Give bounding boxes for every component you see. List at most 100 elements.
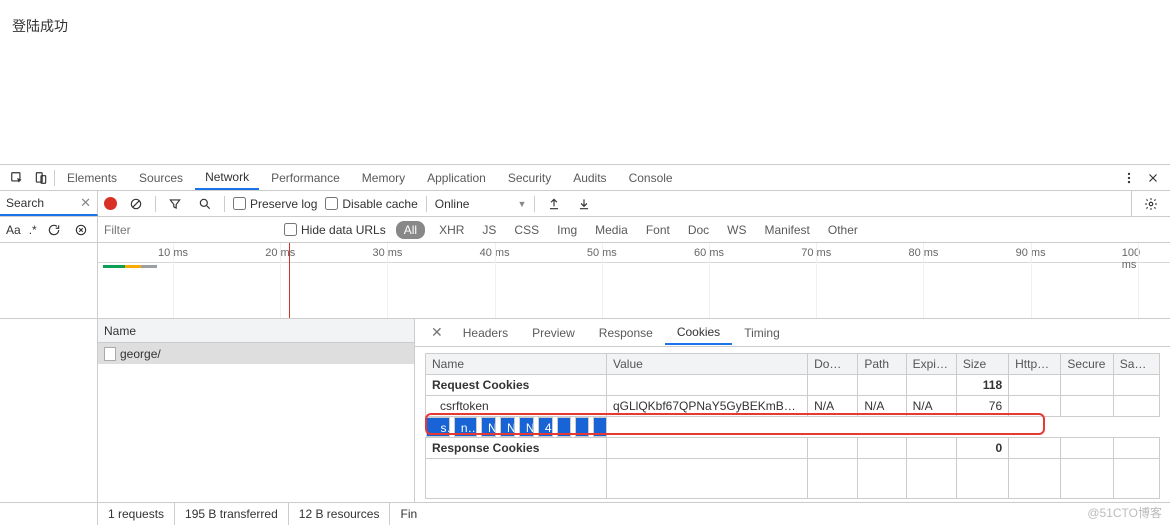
hide-data-urls-checkbox[interactable]: Hide data URLs [284, 223, 386, 237]
timeline-overview[interactable]: 10 ms20 ms30 ms40 ms50 ms60 ms70 ms80 ms… [0, 243, 1170, 319]
cookie-expires: N/A [906, 396, 956, 417]
disable-cache-checkbox[interactable]: Disable cache [325, 197, 417, 211]
tab-audits[interactable]: Audits [563, 167, 616, 189]
detail-tab-response[interactable]: Response [587, 322, 665, 344]
chevron-down-icon: ▼ [517, 199, 526, 209]
detail-tab-headers[interactable]: Headers [451, 322, 520, 344]
filter-icon[interactable] [164, 193, 186, 215]
col-expires[interactable]: Expi… [906, 354, 956, 375]
network-toolbar-main: Preserve log Disable cache Online▼ [98, 193, 1131, 215]
search-options: Aa .* [0, 217, 98, 242]
clear-search-icon[interactable] [72, 219, 91, 241]
cookie-name: sessionid [426, 417, 450, 437]
tab-memory[interactable]: Memory [352, 167, 415, 189]
col-size[interactable]: Size [956, 354, 1008, 375]
filter-type-media[interactable]: Media [591, 221, 632, 239]
tab-application[interactable]: Application [417, 167, 496, 189]
cookie-row[interactable]: csrftoken qGLlQKbf67QPNaY5GyBEKmBWVPD… N… [426, 396, 1160, 417]
detail-tab-timing[interactable]: Timing [732, 322, 792, 344]
watermark: @51CTO博客 [1087, 504, 1162, 521]
filter-type-manifest[interactable]: Manifest [761, 221, 814, 239]
request-list-header[interactable]: Name [98, 319, 414, 343]
throttling-select[interactable]: Online▼ [435, 197, 527, 211]
tab-sources[interactable]: Sources [129, 167, 193, 189]
tab-console[interactable]: Console [619, 167, 683, 189]
page-content: 登陆成功 [0, 0, 1170, 165]
detail-tab-cookies[interactable]: Cookies [665, 321, 732, 345]
response-total-size: 0 [956, 438, 1008, 459]
filter-type-doc[interactable]: Doc [684, 221, 713, 239]
status-resources: 12 B resources [289, 503, 391, 525]
detail-tab-preview[interactable]: Preview [520, 322, 587, 344]
timeline-request-bar[interactable] [103, 265, 157, 268]
request-name: george/ [120, 347, 161, 361]
name-column-header: Name [104, 324, 136, 338]
network-toolbar: Search ✕ Preserve log Disable cache Onli… [0, 191, 1170, 217]
timeline-main: 10 ms20 ms30 ms40 ms50 ms60 ms70 ms80 ms… [98, 243, 1170, 318]
more-icon[interactable] [1118, 167, 1140, 189]
request-cookies-section: Request Cookies 118 [426, 375, 1160, 396]
cookie-row-selected[interactable]: sessionid nzeageiuk6kky1p4ks2fdtd5ev5hal… [426, 417, 607, 437]
settings-cell [1131, 191, 1170, 216]
col-http[interactable]: Http… [1009, 354, 1061, 375]
col-name[interactable]: Name [426, 354, 607, 375]
network-body: Name george/ ✕ Headers Preview Response … [0, 319, 1170, 503]
filter-type-xhr[interactable]: XHR [435, 221, 468, 239]
filter-type-js[interactable]: JS [478, 221, 500, 239]
col-samesite[interactable]: Sam… [1113, 354, 1159, 375]
preserve-log-checkbox[interactable]: Preserve log [233, 197, 317, 211]
filter-type-all[interactable]: All [396, 221, 425, 239]
cookie-size: 76 [956, 396, 1008, 417]
upload-har-icon[interactable] [543, 193, 565, 215]
filter-type-font[interactable]: Font [642, 221, 674, 239]
section-label: Request Cookies [426, 375, 607, 396]
status-transferred: 195 B transferred [175, 503, 289, 525]
refresh-icon[interactable] [45, 219, 64, 241]
devtools-panel: Elements Sources Network Performance Mem… [0, 165, 1170, 525]
tab-network[interactable]: Network [195, 166, 259, 190]
cookie-value: qGLlQKbf67QPNaY5GyBEKmBWVPD… [606, 396, 807, 417]
preserve-log-label: Preserve log [250, 197, 317, 211]
cookie-value: nzeageiuk6kky1p4ks2fdtd5ev5haly2 [454, 417, 477, 437]
devtools-tab-bar: Elements Sources Network Performance Mem… [0, 165, 1170, 191]
gear-icon[interactable] [1140, 193, 1162, 215]
device-toggle-icon[interactable] [30, 167, 52, 189]
col-domain[interactable]: Dom… [808, 354, 858, 375]
col-secure[interactable]: Secure [1061, 354, 1113, 375]
regex-button[interactable]: .* [29, 223, 37, 237]
filter-type-ws[interactable]: WS [723, 221, 750, 239]
response-cookies-section: Response Cookies 0 [426, 438, 1160, 459]
filter-input[interactable] [104, 223, 274, 237]
cookie-domain: N/A [481, 417, 496, 437]
close-devtools-icon[interactable] [1142, 167, 1164, 189]
clear-icon[interactable] [125, 193, 147, 215]
search-icon[interactable] [194, 193, 216, 215]
filter-type-css[interactable]: CSS [510, 221, 543, 239]
cookie-size: 42 [538, 417, 553, 437]
download-har-icon[interactable] [573, 193, 595, 215]
toolbar-divider [426, 196, 427, 212]
tab-elements[interactable]: Elements [57, 167, 127, 189]
request-row[interactable]: george/ [98, 343, 414, 364]
close-detail-icon[interactable]: ✕ [423, 324, 451, 341]
tab-security[interactable]: Security [498, 167, 561, 189]
toolbar-divider [224, 196, 225, 212]
status-requests: 1 requests [98, 503, 175, 525]
cookie-path: N/A [500, 417, 515, 437]
login-success-message: 登陆成功 [0, 8, 1170, 44]
match-case-button[interactable]: Aa [6, 223, 21, 237]
cookies-table: Name Value Dom… Path Expi… Size Http… Se… [425, 353, 1160, 499]
search-drawer-tab[interactable]: Search ✕ [0, 191, 98, 216]
section-label: Response Cookies [426, 438, 607, 459]
col-path[interactable]: Path [858, 354, 906, 375]
network-status-bar: 1 requests 195 B transferred 12 B resour… [0, 503, 1170, 525]
filter-type-other[interactable]: Other [824, 221, 862, 239]
filter-type-img[interactable]: Img [553, 221, 581, 239]
col-value[interactable]: Value [606, 354, 807, 375]
search-results-pane [0, 319, 98, 502]
record-button[interactable] [104, 197, 117, 210]
request-list: Name george/ [98, 319, 415, 502]
tab-performance[interactable]: Performance [261, 167, 350, 189]
inspect-icon[interactable] [6, 167, 28, 189]
close-search-icon[interactable]: ✕ [80, 195, 91, 211]
